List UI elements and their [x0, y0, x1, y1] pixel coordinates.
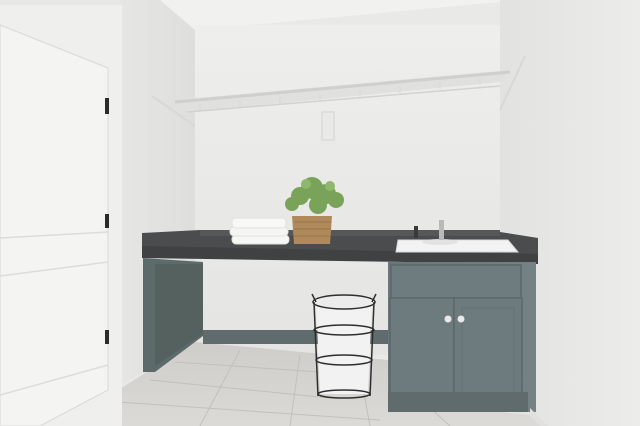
- cabinet-icon[interactable]: [388, 262, 536, 412]
- laundry-room-photo: [0, 0, 640, 426]
- laundry-hamper-icon[interactable]: [311, 293, 377, 399]
- door-icon[interactable]: [0, 24, 109, 426]
- towel-stack-icon: [229, 217, 290, 245]
- laundry-room-illustration: [0, 0, 640, 426]
- sink-icon: [395, 239, 520, 253]
